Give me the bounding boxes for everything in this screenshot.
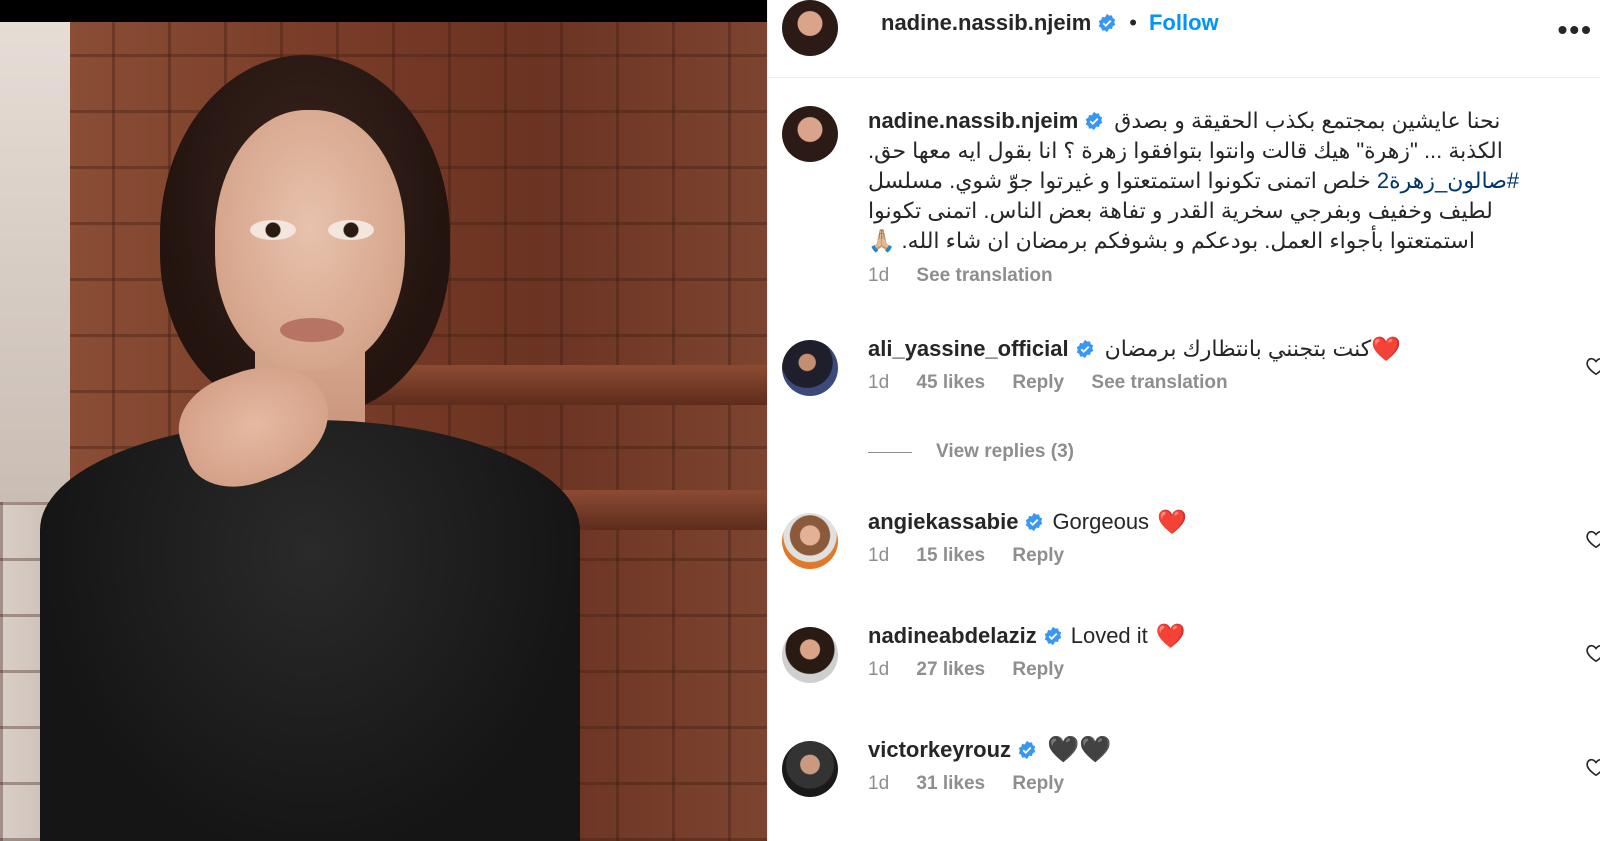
comment-time[interactable]: 1d [868,773,889,794]
comment-content: angiekassabie Gorgeous ❤️ 1d 15 likes Re… [868,507,1568,567]
comment-username[interactable]: victorkeyrouz [868,735,1011,765]
verified-badge-icon [1086,111,1103,131]
more-options-icon[interactable]: ••• [1558,14,1593,46]
heart-outline-icon[interactable] [1585,529,1600,549]
caption-username[interactable]: nadine.nassib.njeim [868,106,1078,136]
photo-lips [280,318,344,342]
caption-hashtag[interactable]: #صالون_زهرة2 [1377,168,1519,193]
caption-meta: 1d See translation [868,265,1568,287]
header-user-line: nadine.nassib.njeim • Follow [881,10,1219,36]
see-translation-link[interactable]: See translation [1091,372,1227,393]
comment-text-line: ali_yassine_official ❤️ كنت بتجنني بانتظ… [868,334,1568,364]
replies-divider-line [868,451,912,453]
verified-badge-icon [1018,740,1036,760]
caption-content: nadine.nassib.njeim نحنا عايشين بمجتمع ب… [868,106,1568,287]
verified-badge-icon [1076,339,1093,359]
comment-content: nadineabdelaziz Loved it ❤️ 1d 27 likes … [868,621,1568,681]
verified-badge-icon [1099,13,1116,33]
comment-time[interactable]: 1d [868,372,889,393]
caption-line-5: استمتعتوا بأجواء العمل. بودعكم و بشوفكم … [868,226,1475,257]
author-avatar[interactable] [782,0,838,56]
comment-likes[interactable]: 45 likes [916,372,985,393]
heart-outline-icon[interactable] [1585,643,1600,663]
verified-badge-icon [1026,512,1043,532]
comment-text: كنت بتجنني بانتظارك برمضان [1104,336,1372,361]
follow-button[interactable]: Follow [1149,10,1219,36]
caption-avatar[interactable] [782,106,838,162]
comment-time[interactable]: 1d [868,659,889,680]
comments-panel: nadine.nassib.njeim • Follow ••• nadine.… [767,0,1600,841]
comment-text: Loved it [1070,623,1148,648]
reply-button[interactable]: Reply [1012,773,1064,794]
comment-username[interactable]: nadineabdelaziz [868,621,1037,651]
caption-line-2: الكذبة ... "زهرة" هيك قالت وانتوا بتوافق… [868,138,1503,163]
caption-line-3: #صالون_زهرة2 خلص اتمنى تكونوا استمتعتوا … [868,166,1519,196]
heart-outline-icon[interactable] [1585,356,1600,376]
caption-line-1: نحنا عايشين بمجتمع بكذب الحقيقة و بصدق [1114,108,1501,133]
post-photo-panel[interactable] [0,0,767,841]
verified-badge-icon [1044,626,1061,646]
comment-likes[interactable]: 27 likes [916,659,985,680]
comment-content: ali_yassine_official ❤️ كنت بتجنني بانتظ… [868,334,1568,394]
see-translation-link[interactable]: See translation [916,265,1052,286]
red-heart-emoji: ❤️ [1155,622,1186,650]
reply-button[interactable]: Reply [1012,659,1064,680]
black-heart-emoji: 🖤🖤 [1047,735,1112,765]
commenter-avatar[interactable] [782,513,838,569]
comment-text-line: victorkeyrouz 🖤🖤 [868,735,1568,765]
comment-text: Gorgeous [1052,509,1150,534]
photo-eye-right [328,220,374,240]
photo-wood-rail [360,365,767,405]
photo-top-bar [0,0,767,22]
red-heart-emoji: ❤️ [1157,508,1187,536]
comment-content: victorkeyrouz 🖤🖤 1d 31 likes Reply [868,735,1568,795]
post-header: nadine.nassib.njeim • Follow ••• [768,0,1600,78]
heart-outline-icon[interactable] [1585,757,1600,777]
caption-line-3-text: خلص اتمنى تكونوا استمتعتوا و غيرتوا جوّ … [868,168,1371,193]
photo-background-wall [0,22,70,502]
commenter-avatar[interactable] [782,340,838,396]
comment-text-line: angiekassabie Gorgeous ❤️ [868,507,1568,537]
praying-hands-emoji: 🙏🏼 [868,229,896,254]
comment-likes[interactable]: 31 likes [916,773,985,794]
caption-line-4: لطيف وخفيف وبفرجي سخرية القدر و تفاهة بع… [868,198,1493,223]
red-heart-emoji: ❤️ [1371,335,1402,363]
caption-time[interactable]: 1d [868,265,889,286]
view-replies-label: View replies (3) [936,441,1074,462]
comment-likes[interactable]: 15 likes [916,545,985,566]
caption-line-5-text: استمتعتوا بأجواء العمل. بودعكم و بشوفكم … [901,228,1475,253]
commenter-avatar[interactable] [782,627,838,683]
reply-button[interactable]: Reply [1012,372,1064,393]
comment-time[interactable]: 1d [868,545,889,566]
comment-meta: 1d 27 likes Reply [868,659,1568,681]
header-separator: • [1129,10,1137,35]
comment-username[interactable]: angiekassabie [868,507,1018,537]
comment-text-line: nadineabdelaziz Loved it ❤️ [868,621,1568,651]
photo-eye-left [250,220,296,240]
view-replies-button[interactable]: View replies (3) [868,441,1074,463]
photo-black-sweater [40,420,580,841]
comment-meta: 1d 15 likes Reply [868,545,1568,567]
comment-meta: 1d 45 likes Reply See translation [868,372,1568,394]
author-username[interactable]: nadine.nassib.njeim [881,10,1091,36]
comment-username[interactable]: ali_yassine_official [868,334,1069,364]
caption-text: nadine.nassib.njeim نحنا عايشين بمجتمع ب… [868,106,1568,257]
comment-meta: 1d 31 likes Reply [868,773,1568,795]
reply-button[interactable]: Reply [1012,545,1064,566]
commenter-avatar[interactable] [782,741,838,797]
comment-body: ❤️ كنت بتجنني بانتظارك برمضان [1105,334,1402,364]
